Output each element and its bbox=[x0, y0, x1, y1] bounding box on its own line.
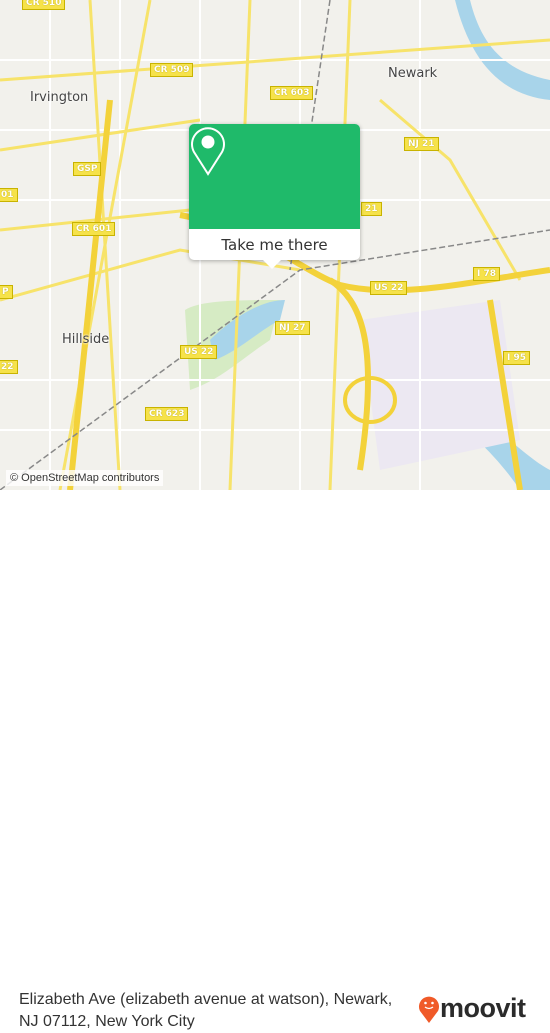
route-shield: CR 603 bbox=[270, 86, 314, 100]
route-shield: NJ 27 bbox=[275, 321, 310, 335]
place-label: Newark bbox=[388, 66, 438, 81]
moovit-pin-icon bbox=[419, 996, 439, 1023]
address-text: Elizabeth Ave (elizabeth avenue at watso… bbox=[19, 991, 393, 1030]
footer: Elizabeth Ave (elizabeth avenue at watso… bbox=[0, 490, 550, 1030]
place-label: Hillside bbox=[62, 332, 110, 347]
route-shield: US 22 bbox=[180, 345, 218, 359]
route-shield: CR 601 bbox=[72, 222, 116, 236]
place-label: Irvington bbox=[30, 90, 89, 105]
route-shield: CR 509 bbox=[150, 63, 194, 77]
destination-popup: Take me there bbox=[189, 124, 360, 260]
route-shield: I 95 bbox=[503, 351, 531, 365]
map-pin-icon bbox=[191, 127, 225, 176]
route-shield: GSP bbox=[73, 162, 102, 176]
route-shield: CR 510 bbox=[22, 0, 66, 10]
popup-header bbox=[189, 124, 360, 229]
route-shield: US 22 bbox=[370, 281, 408, 295]
brand-name: moovit bbox=[440, 993, 526, 1023]
route-shield: I 78 bbox=[473, 267, 501, 281]
route-shield: 01 bbox=[0, 188, 18, 202]
map-attribution[interactable]: © OpenStreetMap contributors bbox=[6, 470, 164, 486]
route-shield: 21 bbox=[361, 202, 382, 216]
route-shield: P bbox=[0, 285, 13, 299]
route-shield: 22 bbox=[0, 360, 18, 374]
moovit-logo[interactable]: moovit bbox=[418, 993, 526, 1024]
route-shield: CR 623 bbox=[145, 407, 189, 421]
take-me-there-button[interactable]: Take me there bbox=[189, 229, 360, 260]
map[interactable]: Newark Irvington Hillside CR 510 CR 509 … bbox=[0, 0, 550, 490]
route-shield: NJ 21 bbox=[404, 137, 439, 151]
popup-pointer bbox=[262, 259, 282, 269]
